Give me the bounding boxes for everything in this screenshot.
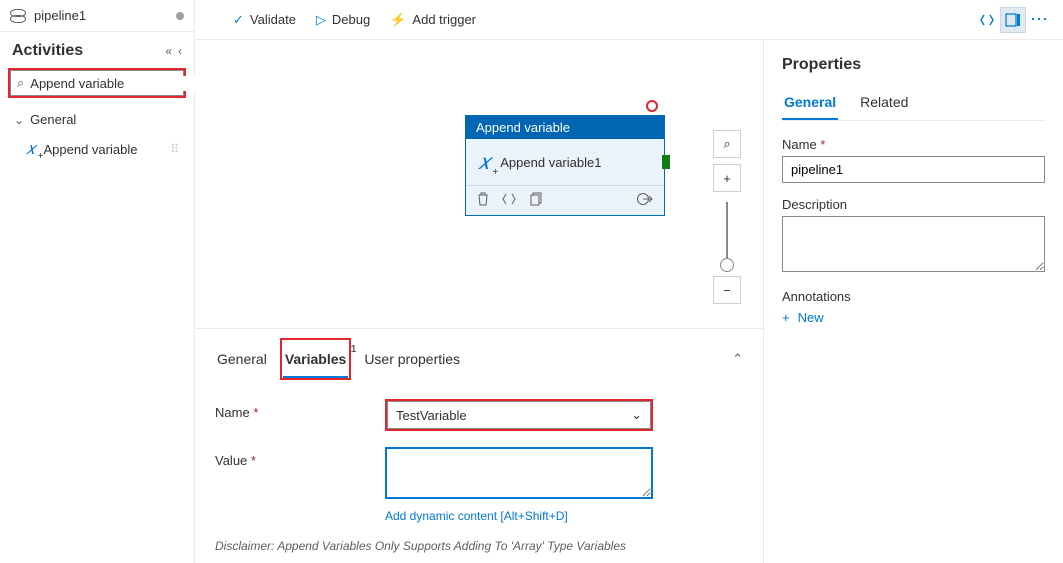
variable-name-label: Name * [215, 399, 385, 420]
pipeline-name: pipeline1 [34, 8, 86, 23]
collapse-settings-icon[interactable]: ⌃ [732, 351, 743, 367]
properties-tab-related[interactable]: Related [858, 88, 910, 120]
tab-general[interactable]: General [215, 341, 269, 377]
trigger-icon: ⚡ [390, 12, 406, 28]
properties-tab-general[interactable]: General [782, 88, 838, 120]
main-area: ✓ Validate ▷ Debug ⚡ Add trigger ⋯ [195, 0, 1063, 563]
variable-name-row: Name * TestVariable ⌄ [215, 399, 743, 431]
grip-icon: ⠿ [170, 142, 180, 156]
activities-tree: ⌄ General 𝑥+ Append variable ⠿ [0, 100, 194, 171]
canvas-row: Append variable 𝑥+ Append variable1 [195, 40, 1063, 563]
zoom-in-button[interactable]: + [713, 164, 741, 192]
validate-button[interactable]: ✓ Validate [223, 6, 306, 34]
prop-annotations-label: Annotations [782, 289, 1045, 304]
collapse-all-icon[interactable]: « [165, 44, 172, 58]
variable-name-value: TestVariable [396, 408, 467, 423]
debug-button[interactable]: ▷ Debug [306, 6, 380, 34]
activity-search-highlight: ⌕ [8, 68, 186, 98]
add-dynamic-content-link[interactable]: Add dynamic content [Alt+Shift+D] [385, 509, 568, 523]
prop-name-label: Name * [782, 137, 1045, 152]
node-code-button[interactable] [502, 193, 516, 208]
variable-x-icon: 𝑥+ [26, 139, 35, 159]
zoom-slider[interactable] [726, 202, 728, 272]
zoom-thumb-icon[interactable] [720, 258, 734, 272]
pipeline-canvas[interactable]: Append variable 𝑥+ Append variable1 [195, 40, 763, 328]
activity-node-append-variable[interactable]: Append variable 𝑥+ Append variable1 [465, 115, 665, 216]
check-icon: ✓ [233, 12, 244, 28]
highlight-circle-icon [646, 100, 658, 112]
play-icon: ▷ [316, 12, 326, 28]
chevron-down-icon: ⌄ [631, 407, 642, 423]
pipeline-header: pipeline1 [0, 0, 194, 32]
zoom-fit-button[interactable]: ⌕ [713, 130, 741, 158]
properties-tabs: General Related [782, 88, 1045, 121]
activity-node-header: Append variable [466, 116, 664, 139]
activity-search-input[interactable] [30, 76, 206, 91]
variable-value-input[interactable] [385, 447, 653, 499]
activities-title-row: Activities « ‹ [0, 32, 194, 66]
code-view-button[interactable] [974, 7, 1000, 33]
more-button[interactable]: ⋯ [1026, 9, 1053, 30]
prop-desc-input[interactable] [782, 216, 1045, 272]
properties-toggle-button[interactable] [1000, 7, 1026, 33]
node-output-button[interactable] [636, 192, 654, 209]
variable-value-row: Value * Add dynamic content [Alt+Shift+D… [215, 447, 743, 523]
properties-panel: Properties General Related Name * Descri… [763, 40, 1063, 563]
chevron-down-icon: ⌄ [14, 113, 24, 127]
tree-group-general[interactable]: ⌄ General [4, 106, 190, 133]
activity-search[interactable]: ⌕ [10, 70, 184, 96]
activity-node-title: Append variable1 [500, 155, 601, 170]
activity-node-body: 𝑥+ Append variable1 [466, 139, 664, 185]
prop-desc-label: Description [782, 197, 1045, 212]
success-handle-icon[interactable] [662, 155, 670, 169]
copy-node-button[interactable] [528, 192, 542, 209]
variable-name-highlight: TestVariable ⌄ [385, 399, 653, 431]
prop-name-input[interactable] [782, 156, 1045, 183]
collapse-sidebar-icon[interactable]: ‹ [178, 44, 182, 58]
variable-x-icon: 𝑥+ [478, 149, 490, 175]
unsaved-indicator-icon [176, 12, 184, 20]
activity-settings-panel: General Variables 1 User properties ⌃ Na… [195, 328, 763, 563]
pipeline-toolbar: ✓ Validate ▷ Debug ⚡ Add trigger ⋯ [195, 0, 1063, 40]
activity-item-label: Append variable [43, 142, 137, 157]
delete-node-button[interactable] [476, 192, 490, 209]
search-icon: ⌕ [17, 75, 24, 91]
variable-name-select[interactable]: TestVariable ⌄ [387, 401, 651, 429]
add-trigger-button[interactable]: ⚡ Add trigger [380, 6, 486, 34]
activities-title: Activities [12, 42, 159, 60]
zoom-out-button[interactable]: − [713, 276, 741, 304]
activities-sidebar: pipeline1 Activities « ‹ ⌕ ⌄ General 𝑥+ … [0, 0, 195, 563]
settings-tabs: General Variables 1 User properties ⌃ [215, 335, 743, 383]
plus-icon: + [782, 310, 790, 325]
activity-node-actions [466, 185, 664, 215]
activity-item-append-variable[interactable]: 𝑥+ Append variable ⠿ [4, 133, 190, 165]
add-annotation-button[interactable]: + New [782, 310, 1045, 325]
properties-title: Properties [782, 56, 1045, 74]
tab-user-properties[interactable]: User properties [362, 341, 462, 377]
canvas-area: Append variable 𝑥+ Append variable1 [195, 40, 763, 563]
variables-badge: 1 [351, 344, 357, 355]
group-label: General [30, 112, 76, 127]
variable-value-label: Value * [215, 447, 385, 468]
tab-variables[interactable]: Variables 1 [283, 341, 349, 377]
zoom-controls: ⌕ + − [713, 130, 741, 310]
disclaimer-text: Disclaimer: Append Variables Only Suppor… [215, 539, 743, 553]
pipeline-icon [10, 9, 26, 23]
